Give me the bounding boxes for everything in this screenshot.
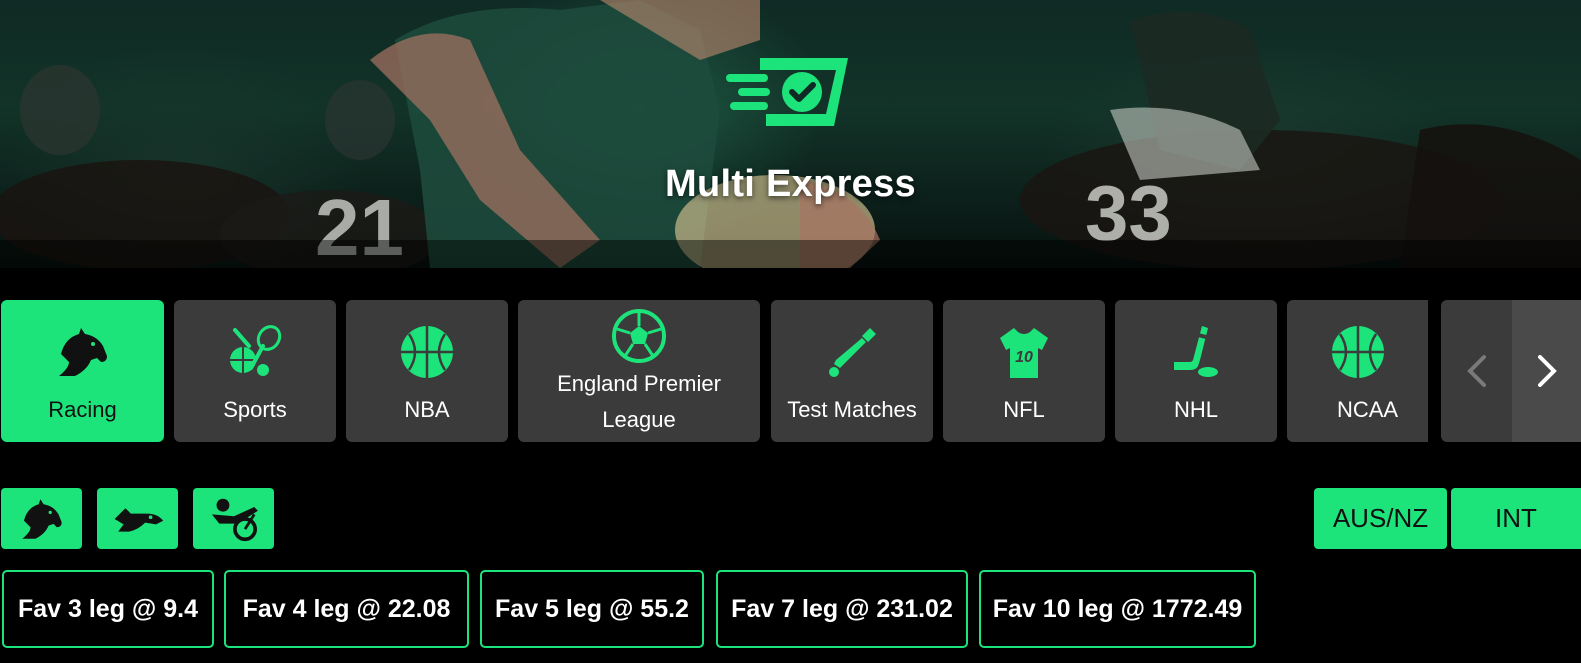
hockey-stick-icon	[1174, 326, 1218, 377]
category-label: Sports	[223, 397, 287, 422]
horse-head-icon	[21, 498, 62, 539]
hero-banner: 21 33 Multi Express	[0, 0, 1581, 268]
chevron-left-icon	[1466, 355, 1486, 387]
race-type-harness-button[interactable]	[193, 488, 274, 549]
category-label: England Premier League	[557, 371, 721, 432]
fav-multi-chip[interactable]: Fav 5 leg @ 55.2	[480, 570, 704, 648]
jersey-icon: 10	[1000, 328, 1048, 378]
multi-express-logo-icon	[726, 58, 848, 126]
fav-multi-chip[interactable]: Fav 7 leg @ 231.02	[716, 570, 968, 648]
fav-multi-chip[interactable]: Fav 4 leg @ 22.08	[224, 570, 469, 648]
category-tile-ncaa[interactable]: NCAA	[1287, 300, 1428, 442]
page-title: Multi Express	[665, 163, 916, 205]
category-label: NCAA	[1336, 397, 1399, 422]
fav-multi-chip[interactable]: Fav 3 leg @ 9.4	[2, 570, 214, 648]
scroll-left-button[interactable]	[1441, 300, 1512, 442]
category-tile-nfl[interactable]: 10 NFL	[943, 300, 1105, 442]
scroll-right-button[interactable]	[1512, 300, 1581, 442]
fav-multi-chip[interactable]: Fav 10 leg @ 1772.49	[979, 570, 1256, 648]
category-label: Racing	[48, 397, 117, 422]
category-label: NHL	[1173, 397, 1218, 422]
greyhound-icon	[114, 507, 163, 532]
category-tile-epl[interactable]: England Premier League	[518, 300, 760, 442]
category-label: NFL	[1003, 397, 1045, 422]
region-aus-nz-button[interactable]: AUS/NZ	[1314, 488, 1447, 549]
category-label: NBA	[404, 397, 450, 422]
region-int-button[interactable]: INT	[1451, 488, 1581, 549]
soccer-ball-icon	[612, 309, 666, 363]
category-tile-nhl[interactable]: NHL	[1115, 300, 1277, 442]
category-tile-racing[interactable]: Racing	[1, 300, 164, 442]
cricket-bat-icon	[829, 328, 876, 377]
sports-equipment-icon	[230, 325, 282, 376]
race-type-greyhound-button[interactable]	[97, 488, 178, 549]
svg-text:10: 10	[1015, 349, 1033, 366]
category-scroller-controls	[1441, 300, 1581, 442]
horse-head-icon	[58, 328, 107, 376]
race-type-thoroughbred-button[interactable]	[1, 488, 82, 549]
category-tile-sports[interactable]: Sports	[174, 300, 336, 442]
category-label: Test Matches	[787, 397, 917, 422]
basketball-icon	[1331, 326, 1384, 378]
chevron-right-icon	[1537, 355, 1557, 387]
hero-background-image: 21 33	[0, 0, 1581, 268]
category-tile-test-matches[interactable]: Test Matches	[771, 300, 933, 442]
basketball-icon	[401, 326, 453, 378]
category-tile-nba[interactable]: NBA	[346, 300, 508, 442]
harness-racing-icon	[211, 498, 258, 541]
